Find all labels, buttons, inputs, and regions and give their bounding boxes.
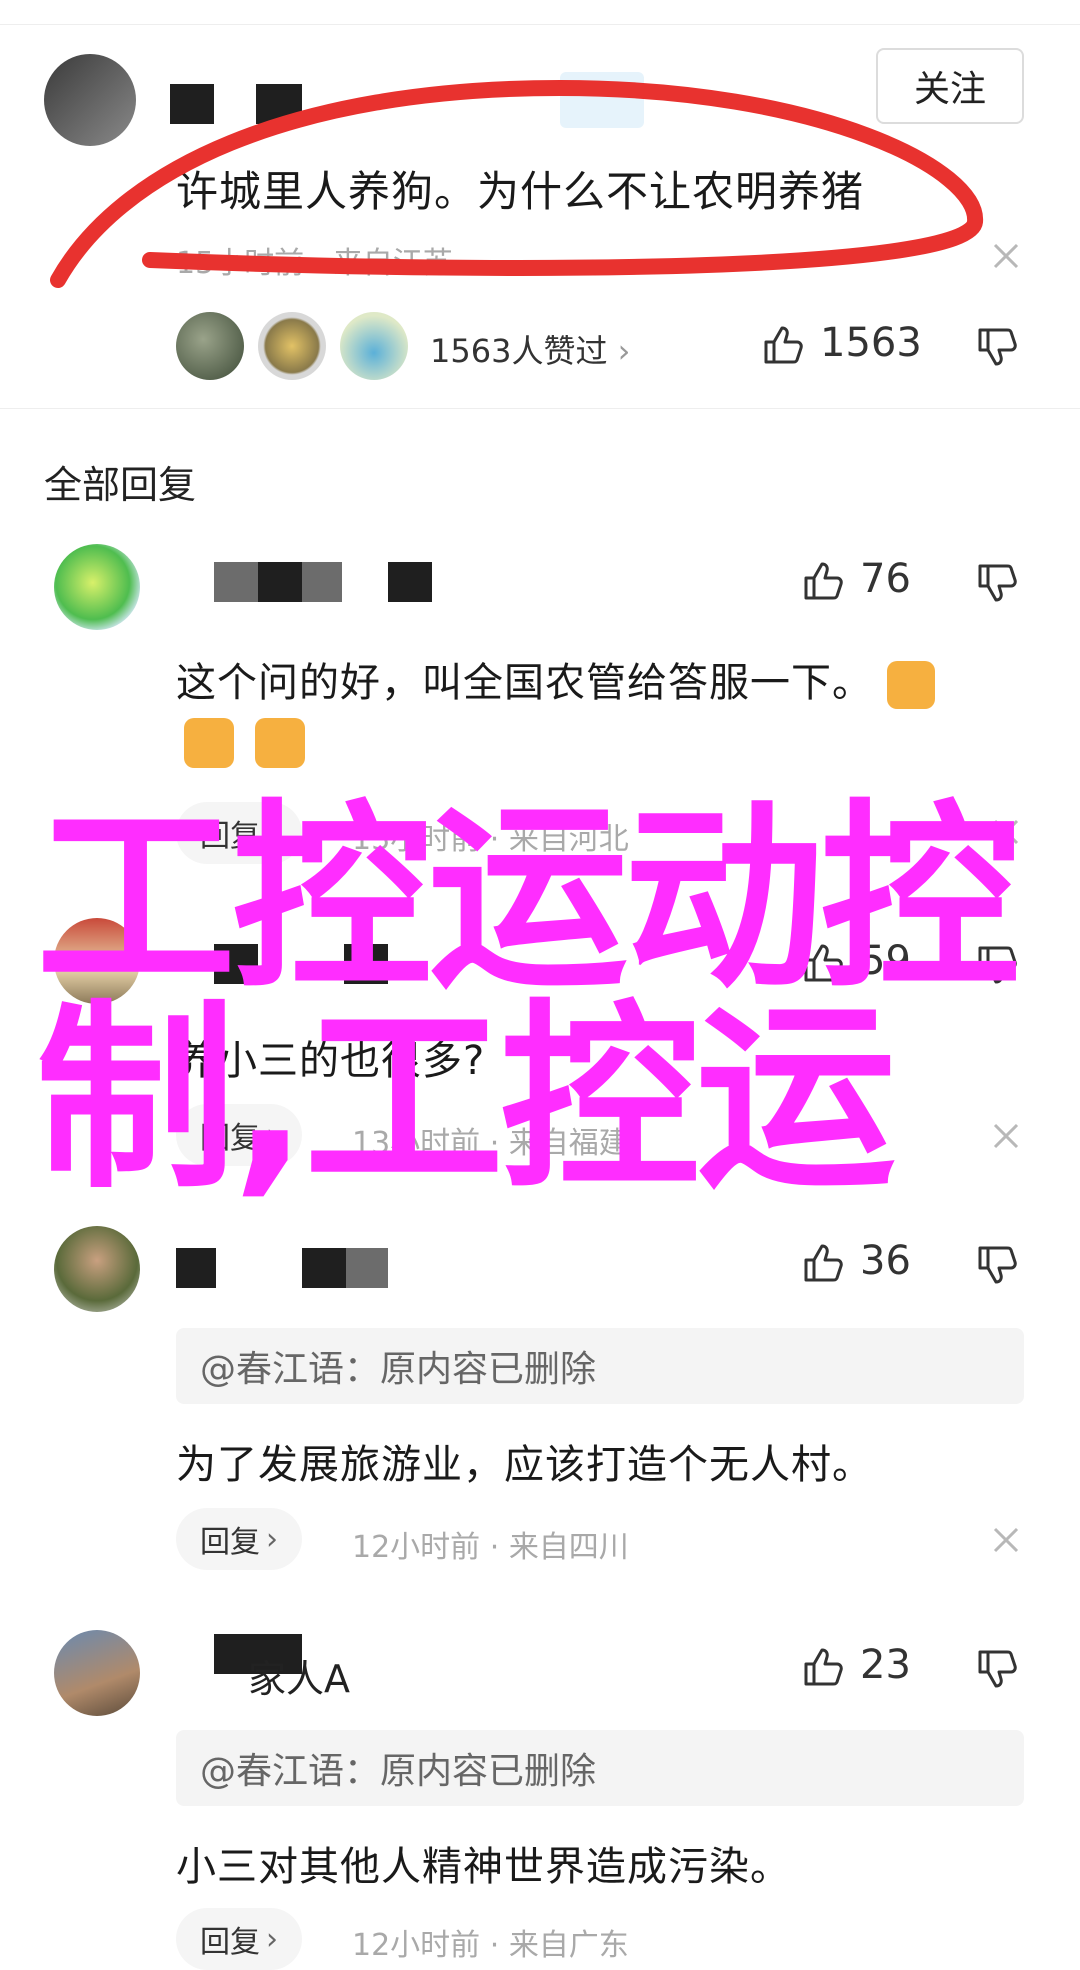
replies-header: 全部回复: [44, 463, 197, 507]
comment-meta: 12小时前 · 来自四川: [352, 1522, 629, 1566]
comment-text-line: 这个问的好，叫全国农管给答服一下。: [176, 660, 873, 706]
reply-button[interactable]: 回复 ›: [176, 1908, 302, 1970]
thumbs-up-icon[interactable]: [762, 322, 806, 366]
meta-separator: ·: [489, 1530, 509, 1565]
thumbs-up-icon[interactable]: [802, 1644, 846, 1688]
thumbs-down-icon[interactable]: [976, 562, 1020, 606]
likes-summary-link[interactable]: 1563人赞过 ›: [430, 326, 630, 372]
commenter-name-redacted: [258, 562, 302, 602]
chevron-right-icon: ›: [617, 332, 631, 370]
watermark-line: 工控运动控: [36, 783, 1020, 1016]
thumbs-up-emoji: [184, 718, 234, 768]
reply-label: 回复: [200, 1525, 260, 1560]
comment-meta: 12小时前 · 来自广东: [352, 1920, 629, 1964]
commenter-name: 家人A: [190, 1648, 350, 1703]
chevron-right-icon: ›: [266, 1521, 278, 1557]
watermark-line: 制,工控运: [36, 983, 896, 1216]
thumbs-up-icon[interactable]: [802, 558, 846, 602]
comment-text: 为了发展旅游业，应该打造个无人村。: [176, 1442, 873, 1488]
comment-like-count: 23: [860, 1642, 911, 1688]
liker-avatar[interactable]: [340, 312, 408, 380]
thumbs-down-icon[interactable]: [976, 1244, 1020, 1288]
quoted-reply[interactable]: @春江语：原内容已删除: [176, 1328, 1024, 1404]
commenter-name-redacted: [176, 1248, 216, 1288]
comment-time: 12小时前: [352, 1928, 481, 1963]
section-divider: [0, 408, 1080, 409]
top-divider: [0, 24, 1080, 25]
thumbs-up-icon[interactable]: [802, 1240, 846, 1284]
commenter-avatar[interactable]: [54, 1226, 140, 1312]
post-like-count: 1563: [820, 320, 922, 366]
commenter-name-redacted: [388, 562, 432, 602]
commenter-avatar[interactable]: [54, 544, 140, 630]
thumbs-up-emoji: [255, 718, 306, 768]
commenter-avatar[interactable]: [54, 1630, 140, 1716]
comment-location: 来自四川: [508, 1530, 629, 1565]
red-annotation-circle: [50, 79, 984, 288]
thumbs-down-icon[interactable]: [976, 326, 1020, 370]
chevron-right-icon: ›: [266, 1921, 278, 1957]
close-icon[interactable]: [992, 1122, 1020, 1150]
thumbs-down-icon[interactable]: [976, 1648, 1020, 1692]
commenter-name-redacted: [214, 562, 258, 602]
liker-avatar[interactable]: [258, 312, 326, 380]
close-icon[interactable]: [992, 1526, 1020, 1554]
comment-text: 小三对其他人精神世界造成污染。: [176, 1844, 791, 1890]
commenter-name-redacted: [302, 1248, 346, 1288]
comment-like-count: 76: [860, 556, 911, 602]
meta-separator: ·: [489, 1928, 509, 1963]
reply-button[interactable]: 回复 ›: [176, 1508, 302, 1570]
quoted-reply[interactable]: @春江语：原内容已删除: [176, 1730, 1024, 1806]
commenter-name-redacted: [346, 1248, 388, 1288]
comment-time: 12小时前: [352, 1530, 481, 1565]
likes-summary: 1563人赞过: [430, 332, 608, 370]
quoted-text: @春江语：原内容已删除: [200, 1349, 597, 1390]
comment-text: 这个问的好，叫全国农管给答服一下。: [176, 650, 935, 709]
emoji-row: [184, 718, 306, 772]
reply-label: 回复: [200, 1925, 260, 1960]
comment-like-count: 36: [860, 1238, 911, 1284]
commenter-name-text: 家人A: [248, 1657, 350, 1701]
commenter-name-redacted: [302, 562, 342, 602]
liker-avatar[interactable]: [176, 312, 244, 380]
comment-location: 来自广东: [508, 1928, 629, 1963]
quoted-text: @春江语：原内容已删除: [200, 1751, 597, 1792]
thumbs-up-emoji: [886, 661, 935, 709]
